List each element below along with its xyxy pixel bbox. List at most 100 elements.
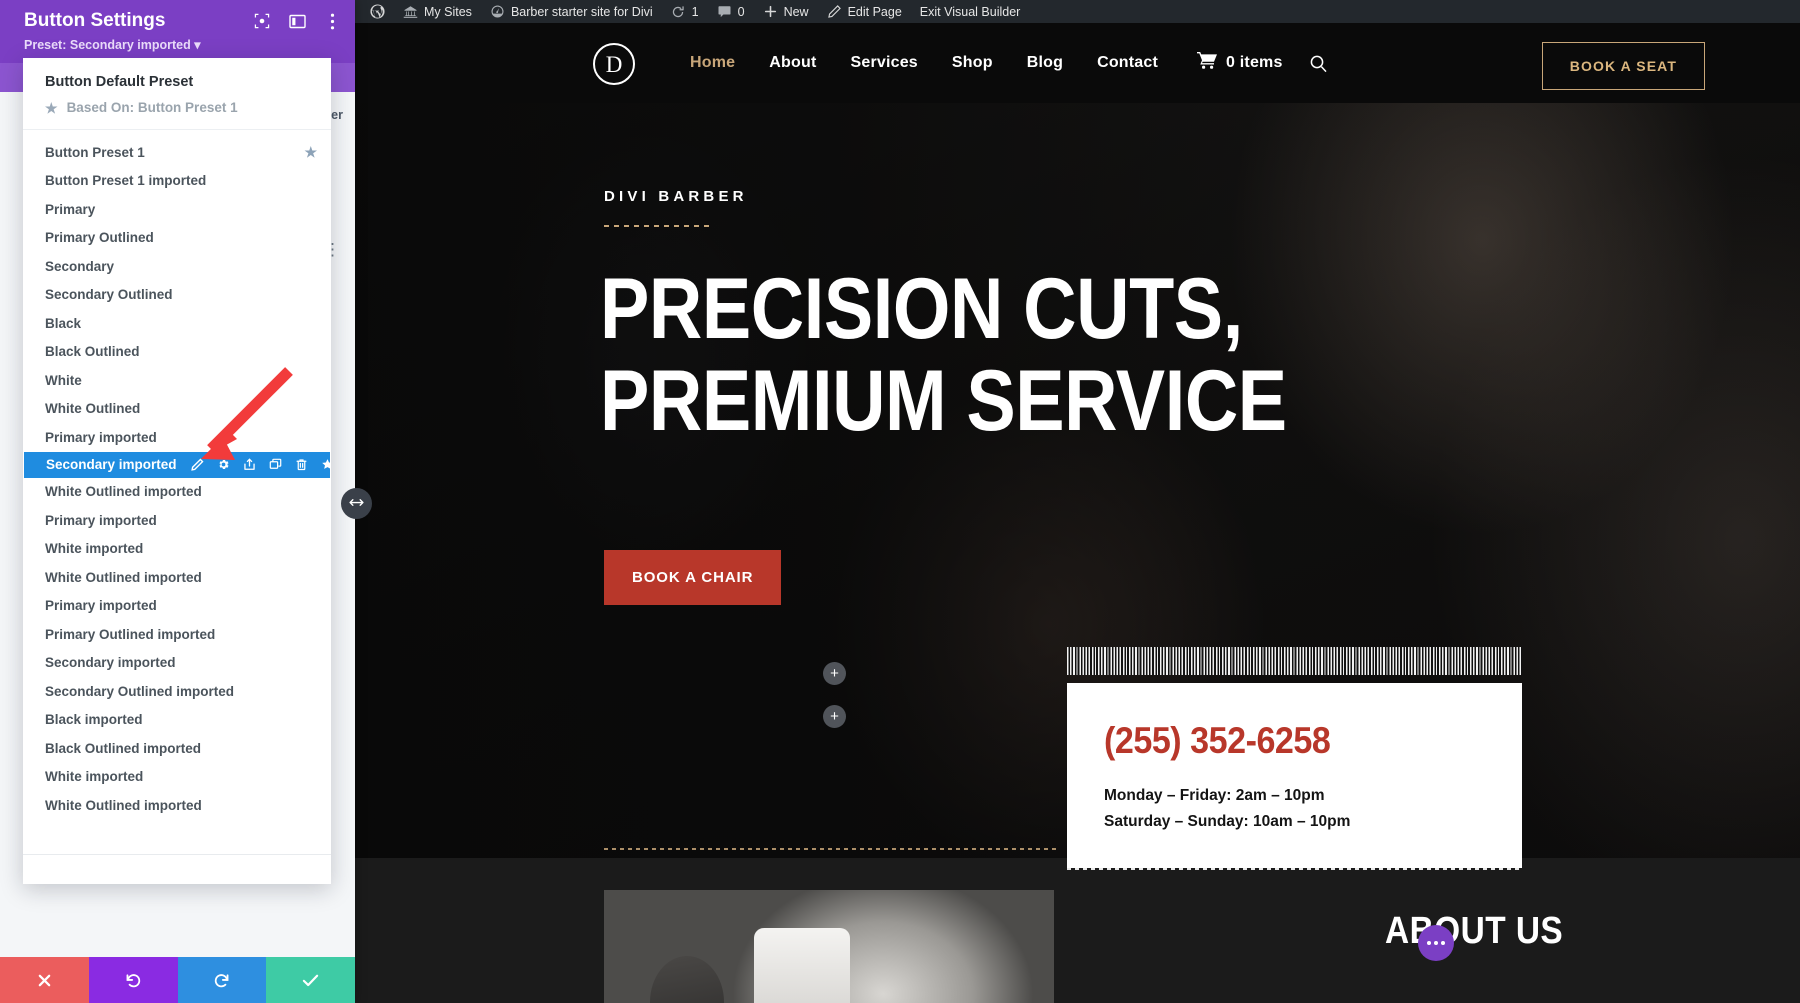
preset-list-item[interactable]: Secondary bbox=[23, 252, 331, 281]
default-preset-title: Button Default Preset bbox=[45, 74, 194, 90]
redo-button[interactable] bbox=[177, 957, 267, 1003]
preset-item-label: Primary Outlined bbox=[45, 230, 154, 246]
preset-list-item[interactable]: Primary Outlined bbox=[23, 224, 331, 253]
preset-list-item[interactable]: Black Outlined bbox=[23, 338, 331, 367]
preset-item-label: White Outlined imported bbox=[45, 484, 202, 500]
undo-icon bbox=[125, 972, 142, 989]
kebab-menu-icon[interactable] bbox=[323, 12, 341, 30]
preset-list-item[interactable]: White imported bbox=[23, 763, 331, 792]
preset-list-item[interactable]: Black imported bbox=[23, 706, 331, 735]
wordpress-logo-menu[interactable] bbox=[361, 0, 394, 23]
duplicate-icon[interactable] bbox=[269, 458, 282, 471]
pencil-icon bbox=[827, 4, 842, 19]
add-module-button-2[interactable]: + bbox=[823, 705, 846, 728]
exit-visual-builder-menu[interactable]: Exit Visual Builder bbox=[911, 0, 1030, 23]
preset-list-item[interactable]: White Outlined bbox=[23, 395, 331, 424]
preset-list: Button Preset 1 ★ Button Preset 1 imported… bbox=[23, 130, 331, 854]
cancel-button[interactable] bbox=[0, 957, 89, 1003]
sites-icon bbox=[403, 4, 418, 19]
preset-list-item[interactable]: Button Preset 1 ★ bbox=[23, 138, 331, 167]
panel-resize-handle[interactable] bbox=[341, 488, 372, 519]
panel-title: Button Settings bbox=[24, 10, 166, 31]
hero-title: PRECISION CUTS, PREMIUM SERVICE bbox=[600, 261, 1287, 450]
contact-info-card: (255) 352-6258 Monday – Friday: 2am – 10… bbox=[1067, 683, 1522, 868]
default-preset-based-on: ★ Based On: Button Preset 1 bbox=[45, 100, 331, 115]
preset-item-label: Black Outlined imported bbox=[45, 740, 202, 756]
chevron-down-icon: ▾ bbox=[190, 38, 201, 52]
phone-number[interactable]: (255) 352-6258 bbox=[1104, 720, 1489, 762]
preset-list-item[interactable]: Secondary imported bbox=[24, 451, 331, 478]
preset-list-item[interactable]: White Outlined imported bbox=[23, 791, 331, 820]
preset-list-item[interactable]: White Outlined imported bbox=[23, 478, 331, 507]
preset-item-label: White imported bbox=[45, 541, 144, 557]
site-name-menu[interactable]: Barber starter site for Divi bbox=[481, 0, 662, 23]
update-icon bbox=[671, 4, 686, 19]
preset-list-item[interactable]: Button Preset 1 imported bbox=[23, 167, 331, 196]
my-sites-menu[interactable]: My Sites bbox=[394, 0, 481, 23]
undo-button[interactable] bbox=[88, 957, 178, 1003]
visual-builder-canvas: D Home About Services Shop Blog Contact bbox=[355, 23, 1800, 1003]
hero-eyebrow: DIVI BARBER bbox=[604, 188, 748, 205]
comment-icon bbox=[717, 4, 732, 19]
star-icon[interactable] bbox=[321, 458, 331, 471]
hero-divider bbox=[604, 225, 711, 227]
button-settings-panel: Button Settings Preset: Secondary import… bbox=[0, 0, 355, 1003]
preset-item-label: White Outlined imported bbox=[45, 797, 202, 813]
new-label: New bbox=[783, 4, 809, 19]
dashboard-icon bbox=[490, 4, 505, 19]
default-preset-row[interactable]: Button Default Preset ★ Based On: Button… bbox=[23, 58, 331, 130]
plus-icon bbox=[763, 4, 778, 19]
add-module-button-1[interactable]: + bbox=[823, 662, 846, 685]
hero-dotted-border-left bbox=[604, 848, 1059, 850]
preset-item-label: Primary bbox=[45, 201, 96, 217]
preset-list-item[interactable]: Primary imported bbox=[23, 592, 331, 621]
dot-2 bbox=[1434, 941, 1438, 945]
preset-item-label: Button Preset 1 bbox=[45, 144, 145, 160]
target-icon[interactable] bbox=[253, 12, 271, 30]
preset-list-item[interactable]: White Outlined imported bbox=[23, 563, 331, 592]
preset-list-item[interactable]: Secondary Outlined bbox=[23, 281, 331, 310]
about-section: ABOUT US bbox=[355, 858, 1800, 1003]
panel-preset-label[interactable]: Preset: Secondary imported ▾ bbox=[24, 37, 200, 52]
hero-dotted-border-right bbox=[1067, 868, 1522, 870]
preset-list-item[interactable]: Black bbox=[23, 309, 331, 338]
preset-list-item[interactable]: Primary Outlined imported bbox=[23, 620, 331, 649]
redo-icon bbox=[213, 972, 230, 989]
layout-panel-icon[interactable] bbox=[288, 12, 306, 30]
preset-list-item[interactable]: Secondary imported bbox=[23, 649, 331, 678]
panel-tab-partial-label[interactable]: er bbox=[331, 108, 343, 122]
preset-item-label: White bbox=[45, 372, 82, 388]
cancel-icon bbox=[37, 973, 52, 988]
based-on-label: Based On: Button Preset 1 bbox=[66, 100, 238, 115]
preset-list-item[interactable]: White imported bbox=[23, 535, 331, 564]
preset-item-label: Primary imported bbox=[45, 598, 157, 614]
save-button[interactable] bbox=[266, 957, 355, 1003]
export-icon[interactable] bbox=[243, 458, 256, 471]
preset-list-item[interactable]: Primary imported bbox=[23, 506, 331, 535]
gear-icon[interactable] bbox=[217, 458, 230, 471]
comments-menu[interactable]: 0 bbox=[708, 0, 754, 23]
new-content-menu[interactable]: New bbox=[754, 0, 818, 23]
panel-action-bar bbox=[0, 957, 355, 1003]
preset-item-label: White Outlined imported bbox=[45, 569, 202, 585]
book-a-chair-button[interactable]: BOOK A CHAIR bbox=[604, 550, 782, 605]
exit-visual-builder-label: Exit Visual Builder bbox=[919, 4, 1021, 19]
edit-page-menu[interactable]: Edit Page bbox=[818, 0, 911, 23]
about-image bbox=[604, 890, 1054, 1003]
wp-admin-bar: My Sites Barber starter site for Divi 1 … bbox=[355, 0, 1800, 23]
trash-icon[interactable] bbox=[295, 458, 308, 471]
preset-list-item[interactable]: Primary imported bbox=[23, 423, 331, 452]
updates-menu[interactable]: 1 bbox=[662, 0, 708, 23]
preset-list-item[interactable]: Black Outlined imported bbox=[23, 734, 331, 763]
module-options-button[interactable] bbox=[1418, 925, 1454, 961]
preset-list-item[interactable]: Primary bbox=[23, 195, 331, 224]
preset-item-label: Black imported bbox=[45, 712, 143, 728]
pencil-icon[interactable] bbox=[190, 458, 204, 471]
star-icon[interactable]: ★ bbox=[304, 144, 317, 161]
horizontal-resize-icon bbox=[348, 495, 365, 513]
preset-list-item[interactable]: White bbox=[23, 366, 331, 395]
preset-item-label: White Outlined bbox=[45, 401, 141, 417]
preset-list-item[interactable]: Secondary Outlined imported bbox=[23, 677, 331, 706]
preset-item-label: Black Outlined bbox=[45, 344, 140, 360]
preset-item-label: Primary imported bbox=[45, 429, 157, 445]
